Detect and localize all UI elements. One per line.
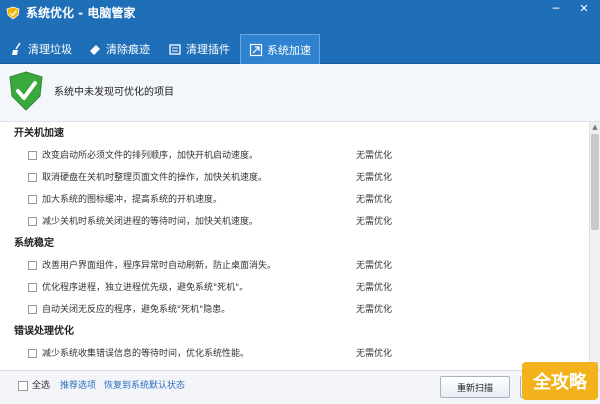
item-text: 减少系统收集错误信息的等待时间，优化系统性能。: [42, 349, 250, 359]
broom-icon: [12, 42, 21, 55]
plugin-icon: [169, 44, 181, 55]
tab-label: 清理垃圾: [28, 43, 72, 56]
eraser-icon: [90, 45, 100, 55]
item-checkbox[interactable]: [28, 217, 37, 226]
scroll-up-icon[interactable]: ▲: [590, 122, 600, 132]
recommended-link[interactable]: 推荐选项: [60, 380, 96, 392]
item-status: 无需优化: [356, 349, 393, 359]
list-item: 自动关闭无反应的程序，避免系统"死机"隐患。 无需优化: [28, 304, 583, 318]
item-status: 无需优化: [356, 173, 393, 183]
tab-bar: 清理垃圾 清除痕迹 清理插件 系统加速: [0, 34, 600, 64]
tab-label: 系统加速: [267, 43, 311, 57]
minimize-button[interactable]: ─: [546, 2, 566, 16]
section-title: 开关机加速: [14, 128, 64, 139]
tab-clean-junk[interactable]: 清理垃圾: [10, 34, 74, 64]
rescan-button[interactable]: 重新扫描: [440, 376, 510, 398]
vertical-scrollbar[interactable]: ▲ ▼: [589, 122, 600, 370]
list-item: 改变启动所必须文件的排列顺序，加快开机启动速度。 无需优化: [28, 150, 583, 164]
list-item: 改善用户界面组件，程序异常时自动刷新，防止桌面消失。 无需优化: [28, 260, 583, 274]
item-text: 改变启动所必须文件的排列顺序，加快开机启动速度。: [42, 151, 259, 161]
item-checkbox[interactable]: [28, 283, 37, 292]
item-checkbox[interactable]: [28, 349, 37, 358]
tab-label: 清除痕迹: [106, 43, 150, 56]
item-status: 无需优化: [356, 283, 393, 293]
item-checkbox[interactable]: [28, 173, 37, 182]
list-item: 加大系统的图标缓冲，提高系统的开机速度。 无需优化: [28, 194, 583, 208]
speedup-icon: [249, 43, 263, 56]
item-checkbox[interactable]: [28, 151, 37, 160]
item-text: 改善用户界面组件，程序异常时自动刷新，防止桌面消失。: [42, 261, 277, 271]
tab-clear-traces[interactable]: 清除痕迹: [88, 34, 154, 64]
tab-label: 清理插件: [186, 43, 230, 56]
item-status: 无需优化: [356, 261, 393, 271]
item-checkbox[interactable]: [28, 195, 37, 204]
section-title: 系统稳定: [14, 238, 54, 249]
section-title: 错误处理优化: [14, 326, 74, 337]
close-button[interactable]: ✕: [574, 2, 594, 16]
status-banner: 系统中未发现可优化的项目: [0, 64, 600, 122]
shield-check-icon: [9, 71, 43, 111]
restore-default-link[interactable]: 恢复到系统默认状态: [104, 380, 185, 392]
window-title: 系统优化 - 电脑管家: [26, 6, 136, 20]
list-item: 优化程序进程，独立进程优先级，避免系统"死机"。 无需优化: [28, 282, 583, 296]
item-text: 减少关机时系统关闭进程的等待时间，加快关机速度。: [42, 217, 259, 227]
item-checkbox[interactable]: [28, 261, 37, 270]
list-item: 减少系统收集错误信息的等待时间，优化系统性能。 无需优化: [28, 348, 583, 362]
list-item: 减少关机时系统关闭进程的等待时间，加快关机速度。 无需优化: [28, 216, 583, 230]
item-text: 优化程序进程，独立进程优先级，避免系统"死机"。: [42, 283, 249, 293]
scroll-thumb[interactable]: [591, 134, 599, 230]
footer-bar: 全选 推荐选项 恢复到系统默认状态 重新扫描 取消: [0, 370, 600, 404]
item-status: 无需优化: [356, 195, 393, 205]
title-bar: 系统优化 - 电脑管家 ─ ✕: [0, 0, 600, 34]
watermark-text: 全攻略: [532, 371, 588, 393]
banner-message: 系统中未发现可优化的项目: [54, 87, 174, 98]
item-text: 取消硬盘在关机时整理页面文件的操作，加快关机速度。: [42, 173, 268, 183]
select-all-checkbox[interactable]: [18, 381, 28, 391]
item-status: 无需优化: [356, 305, 393, 315]
tab-clean-plugins[interactable]: 清理插件: [168, 34, 234, 64]
app-logo-icon: [6, 6, 20, 20]
list-item: 取消硬盘在关机时整理页面文件的操作，加快关机速度。 无需优化: [28, 172, 583, 186]
optimization-list: 开关机加速 改变启动所必须文件的排列顺序，加快开机启动速度。 无需优化 取消硬盘…: [0, 122, 589, 370]
item-status: 无需优化: [356, 217, 393, 227]
watermark-logo: 全攻略: [522, 362, 598, 400]
select-all-label[interactable]: 全选: [32, 380, 50, 392]
item-status: 无需优化: [356, 151, 393, 161]
item-checkbox[interactable]: [28, 305, 37, 314]
item-text: 自动关闭无反应的程序，避免系统"死机"隐患。: [42, 305, 231, 315]
tab-system-speedup[interactable]: 系统加速: [240, 34, 320, 64]
item-text: 加大系统的图标缓冲，提高系统的开机速度。: [42, 195, 223, 205]
